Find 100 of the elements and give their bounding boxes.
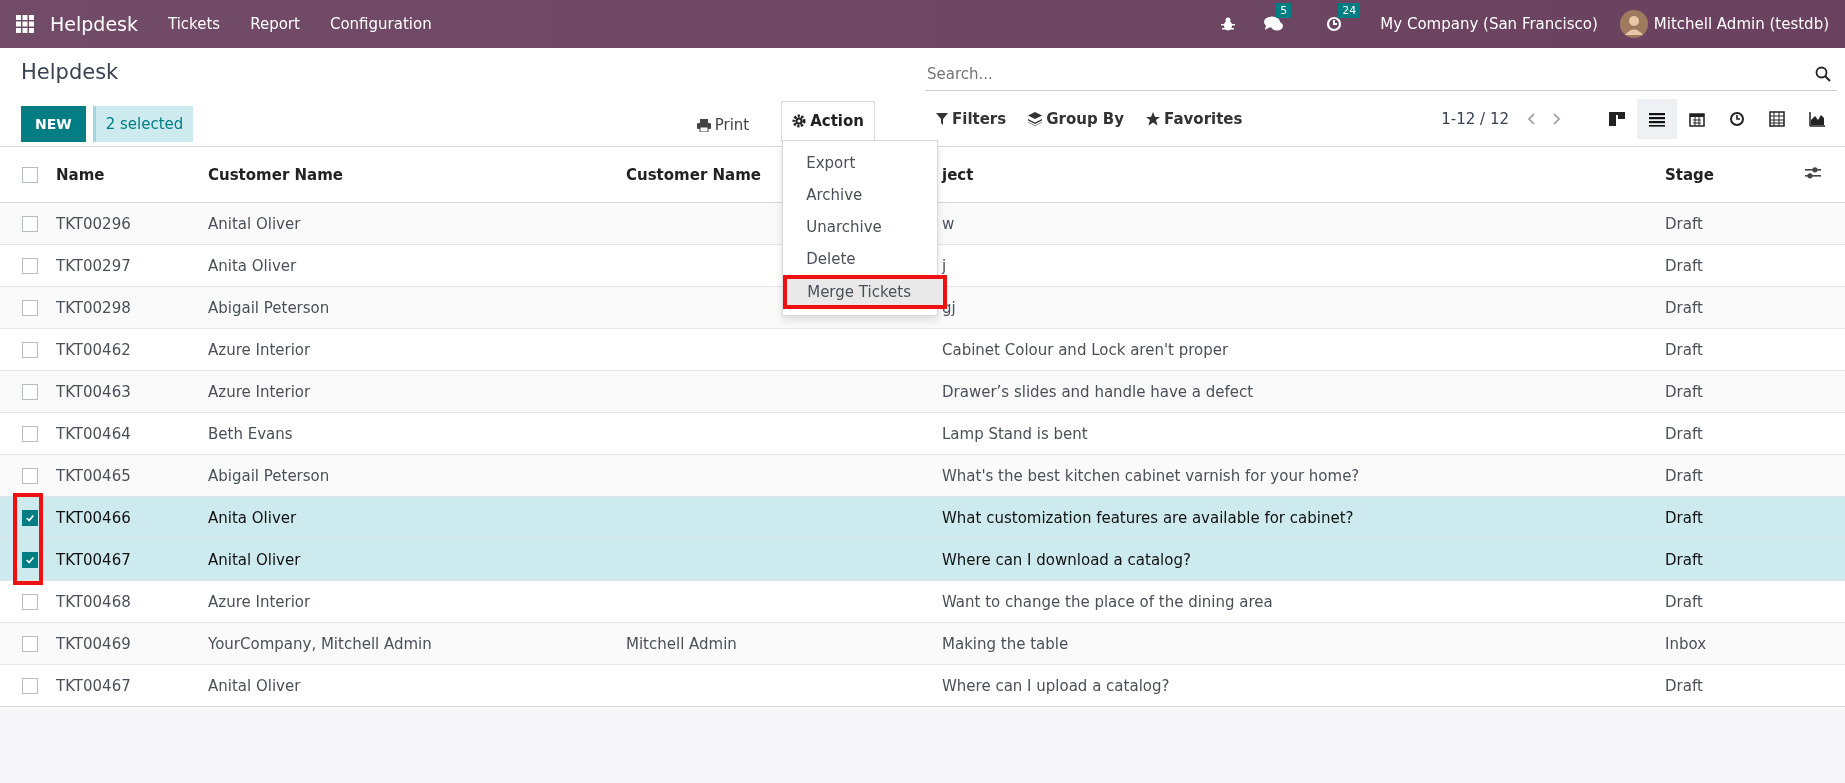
table-cell: Making the table <box>942 634 1069 653</box>
group-by-button[interactable]: Group By <box>1017 102 1136 136</box>
column-header[interactable]: Stage <box>1665 165 1714 184</box>
row-checkbox[interactable] <box>22 594 38 610</box>
row-checkbox[interactable] <box>22 678 38 694</box>
menu-item[interactable]: Delete <box>783 243 938 275</box>
pager-range[interactable]: 1-12 / 12 <box>1441 110 1509 128</box>
checkmark-icon <box>25 555 35 565</box>
table-cell: TKT00468 <box>56 592 131 611</box>
menu-item[interactable]: Export <box>783 147 938 179</box>
action-button[interactable]: Action <box>781 101 875 142</box>
column-header[interactable]: Customer Name <box>208 165 343 184</box>
nav-menu-item[interactable]: Configuration <box>329 15 432 33</box>
table-cell: TKT00464 <box>56 424 131 443</box>
menu-item[interactable]: Unarchive <box>783 211 938 243</box>
table-cell: Abigail Peterson <box>208 298 330 317</box>
table-cell: Mitchell Admin <box>626 634 737 653</box>
table-cell: What customization features are available for cabinet? <box>942 508 1354 527</box>
search-icon[interactable] <box>1815 66 1831 82</box>
list-view-button[interactable] <box>1637 99 1677 139</box>
row-checkbox[interactable] <box>22 510 38 526</box>
table-cell: Draft <box>1665 298 1703 317</box>
printer-icon <box>696 118 711 132</box>
table-cell: Beth Evans <box>208 424 293 443</box>
table-cell: TKT00297 <box>56 256 131 275</box>
table-cell: What's the best kitchen cabinet varnish for your home? <box>942 466 1360 485</box>
column-header[interactable]: Name <box>56 165 105 184</box>
table-cell: Draft <box>1665 382 1703 401</box>
table-cell: TKT00466 <box>56 508 131 527</box>
list-icon <box>1649 111 1665 127</box>
row-checkbox[interactable] <box>22 300 38 316</box>
table-cell: Draft <box>1665 592 1703 611</box>
table-cell: Draft <box>1665 424 1703 443</box>
table-cell: TKT00462 <box>56 340 131 359</box>
table-cell: Anita Oliver <box>208 508 297 527</box>
table-cell: TKT00467 <box>56 676 131 695</box>
table-cell: Anital Oliver <box>208 214 301 233</box>
user-menu[interactable]: Mitchell Admin (testdb) <box>1653 15 1829 33</box>
table-cell: Drawer’s slides and handle have a defect <box>942 382 1254 401</box>
filters-button[interactable]: Filters <box>925 102 1018 136</box>
funnel-icon <box>936 113 948 125</box>
apps-menu-icon[interactable] <box>16 15 34 33</box>
table-cell: Draft <box>1665 214 1703 233</box>
table-cell: Draft <box>1665 550 1703 569</box>
column-header[interactable]: Customer Name <box>626 165 761 184</box>
table-cell: Where can I upload a catalog? <box>942 676 1170 695</box>
gear-icon <box>792 114 807 128</box>
table-cell: Anital Oliver <box>208 676 301 695</box>
area-chart-icon <box>1809 111 1825 127</box>
table-cell: w <box>942 214 955 233</box>
chat-icon[interactable] <box>1264 16 1285 32</box>
row-checkbox[interactable] <box>22 258 38 274</box>
table-cell: TKT00296 <box>56 214 131 233</box>
table-cell: Draft <box>1665 340 1703 359</box>
nav-menu-item[interactable]: Report <box>250 15 300 33</box>
column-settings-icon[interactable] <box>1805 165 1821 180</box>
row-checkbox[interactable] <box>22 426 38 442</box>
column-header[interactable]: ject <box>942 165 974 184</box>
table-cell: Inbox <box>1665 634 1707 653</box>
avatar-icon[interactable] <box>1619 10 1648 38</box>
checkmark-icon <box>25 513 35 523</box>
table-cell: TKT00467 <box>56 550 131 569</box>
company-switcher[interactable]: My Company (San Francisco) <box>1380 15 1598 33</box>
search-field[interactable]: Search... <box>925 65 1815 83</box>
page-title: Helpdesk <box>21 60 120 86</box>
kanban-icon <box>1609 111 1625 127</box>
new-button[interactable]: NEW <box>21 106 86 142</box>
row-checkbox[interactable] <box>22 636 38 652</box>
row-checkbox[interactable] <box>22 552 38 568</box>
row-checkbox[interactable] <box>22 216 38 232</box>
table-cell: Azure Interior <box>208 382 311 401</box>
calendar-icon <box>1689 111 1705 127</box>
row-checkbox[interactable] <box>22 468 38 484</box>
clock-icon[interactable] <box>1326 16 1343 32</box>
table-cell: Want to change the place of the dining area <box>942 592 1273 611</box>
menu-item[interactable]: Archive <box>783 179 938 211</box>
table-cell: TKT00298 <box>56 298 131 317</box>
menu-item[interactable]: Merge Tickets <box>783 275 948 309</box>
table-cell: Lamp Stand is bent <box>942 424 1088 443</box>
row-checkbox[interactable] <box>22 384 38 400</box>
table-cell: Draft <box>1665 466 1703 485</box>
bug-icon[interactable] <box>1220 16 1237 32</box>
table-cell: Draft <box>1665 256 1703 275</box>
row-checkbox[interactable] <box>22 342 38 358</box>
table-cell: j <box>942 256 947 275</box>
star-icon <box>1146 112 1161 126</box>
table-cell: Draft <box>1665 676 1703 695</box>
table-cell: Draft <box>1665 508 1703 527</box>
nav-menu-item[interactable]: Tickets <box>167 15 221 33</box>
favorites-button[interactable]: Favorites <box>1135 102 1254 136</box>
table-cell: Abigail Peterson <box>208 466 330 485</box>
select-all-checkbox[interactable] <box>22 167 38 183</box>
table-cell: Anita Oliver <box>208 256 297 275</box>
print-button[interactable]: Print <box>686 108 760 142</box>
table-cell: TKT00463 <box>56 382 131 401</box>
message-count-badge: 5 <box>1276 3 1292 18</box>
clock-icon <box>1729 111 1745 127</box>
selection-count: 2 selected <box>92 106 194 142</box>
app-name[interactable]: Helpdesk <box>50 13 138 35</box>
table-cell: Anital Oliver <box>208 550 301 569</box>
